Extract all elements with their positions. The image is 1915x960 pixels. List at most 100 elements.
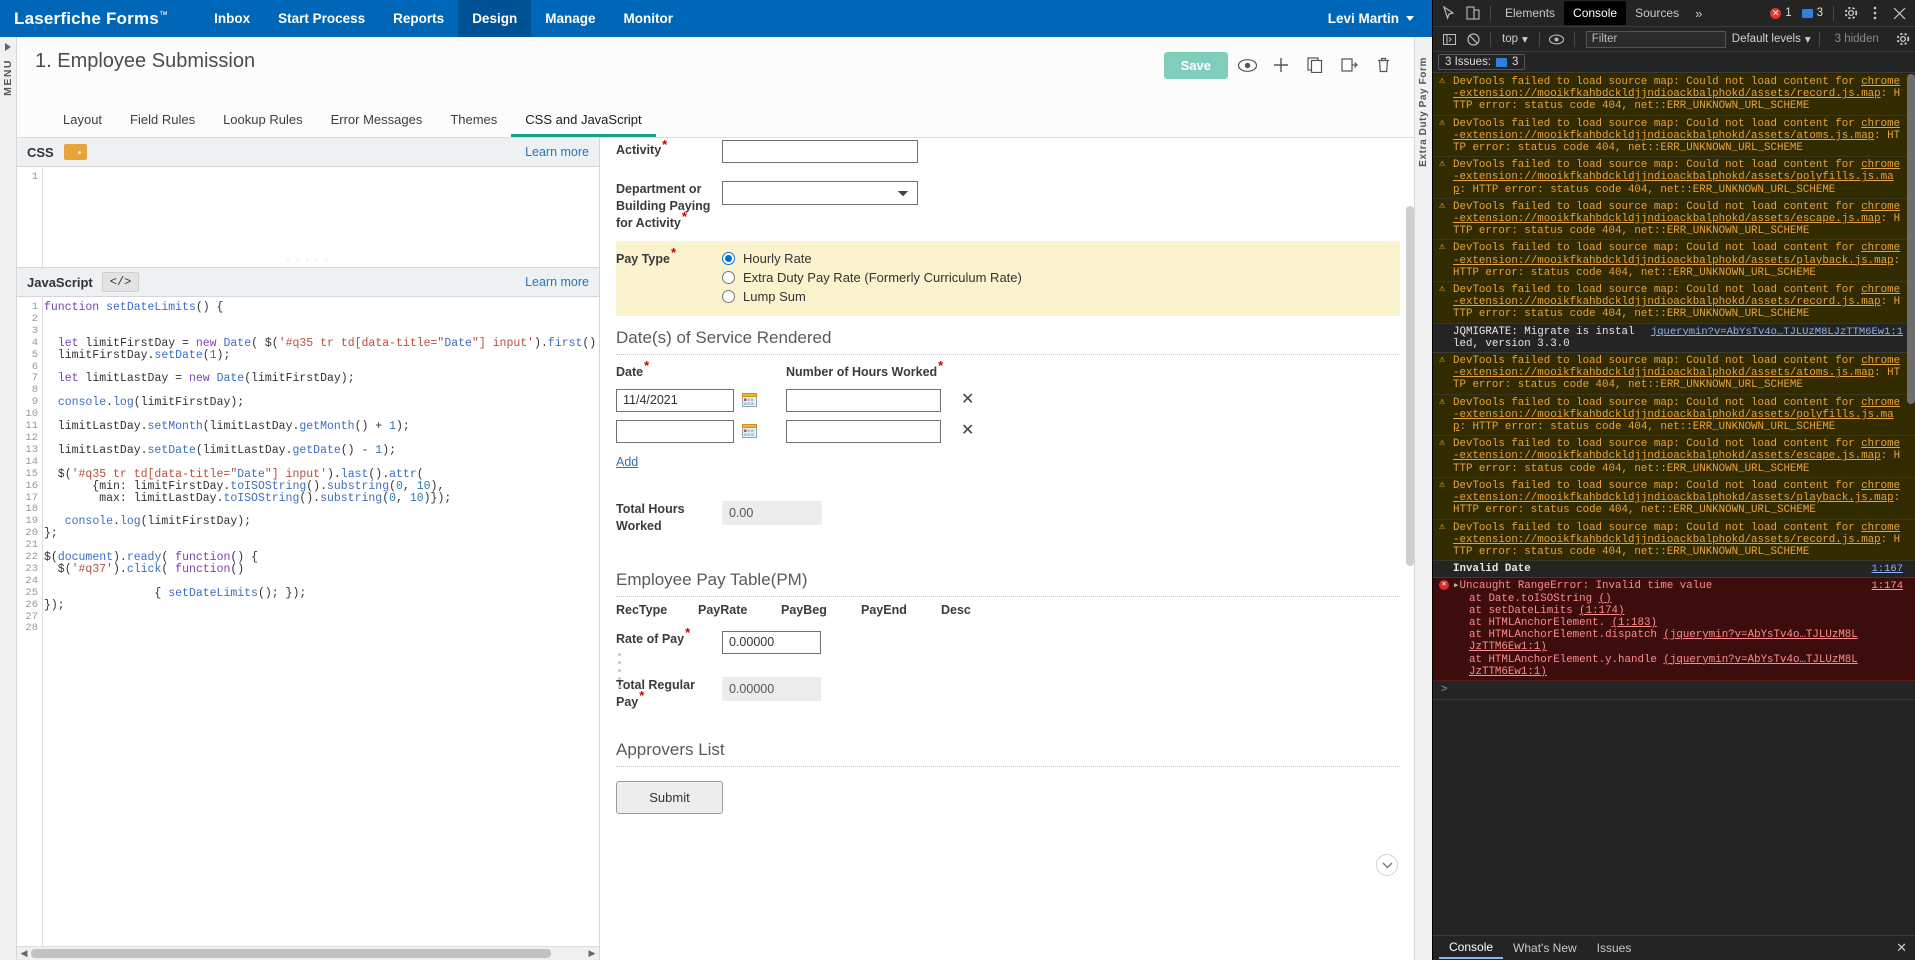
rate-of-pay-input[interactable] — [722, 631, 821, 654]
devtools-tab-sources[interactable]: Sources — [1626, 1, 1688, 25]
right-form-rail[interactable]: Extra Duty Pay Form — [1414, 37, 1432, 960]
radio-lump-sum-dot[interactable] — [722, 290, 735, 303]
collapse-chevron-icon[interactable] — [1376, 854, 1398, 876]
console-warning-message[interactable]: ⚠DevTools failed to load source map: Cou… — [1433, 395, 1915, 437]
remove-row-icon[interactable]: ✕ — [961, 392, 974, 408]
nav-item-manage[interactable]: Manage — [531, 0, 609, 37]
nav-item-start-process[interactable]: Start Process — [264, 0, 379, 37]
date-input[interactable] — [616, 420, 734, 443]
console-message-source[interactable]: 1:167 — [1871, 563, 1903, 575]
add-row-link[interactable]: Add — [616, 455, 638, 469]
css-editor[interactable]: 1 · · · · · — [17, 167, 599, 268]
radio-hourly-rate-dot[interactable] — [722, 252, 735, 265]
console-warning-message[interactable]: ⚠DevTools failed to load source map: Cou… — [1433, 116, 1915, 158]
console-message-source[interactable]: 1:174 — [1871, 580, 1903, 678]
scrollbar-thumb[interactable] — [1406, 206, 1414, 566]
issues-chip[interactable]: 3 Issues: 3 — [1438, 54, 1525, 70]
console-sidebar-icon[interactable] — [1437, 27, 1461, 51]
console-log-invalid-date[interactable]: Invalid Date1:167 — [1433, 561, 1915, 578]
error-count-badge[interactable]: ✕ 1 — [1765, 6, 1796, 20]
copy-icon[interactable] — [1300, 50, 1330, 80]
console-settings-gear-icon[interactable] — [1891, 27, 1915, 51]
submit-button[interactable]: Submit — [616, 781, 723, 814]
settings-gear-icon[interactable] — [1839, 1, 1863, 25]
nav-item-inbox[interactable]: Inbox — [200, 0, 264, 37]
code-brackets-icon[interactable]: </> — [102, 272, 140, 292]
scroll-right-arrow-icon[interactable]: ▶ — [585, 948, 599, 959]
console-warning-message[interactable]: ⚠DevTools failed to load source map: Cou… — [1433, 157, 1915, 199]
date-input[interactable] — [616, 389, 734, 412]
remove-row-icon[interactable]: ✕ — [961, 423, 974, 439]
save-button[interactable]: Save — [1164, 52, 1228, 79]
scrollbar-thumb[interactable] — [1907, 74, 1915, 404]
js-code-area[interactable]: function setDateLimits() { let limitFirs… — [44, 297, 599, 946]
inspect-element-icon[interactable] — [1437, 1, 1461, 25]
console-warning-message[interactable]: ⚠DevTools failed to load source map: Cou… — [1433, 240, 1915, 282]
preview-eye-icon[interactable] — [1232, 50, 1262, 80]
console-vertical-scrollbar[interactable] — [1907, 74, 1915, 935]
hours-input[interactable] — [786, 389, 941, 412]
tab-lookup-rules[interactable]: Lookup Rules — [209, 108, 317, 137]
calendar-icon[interactable] — [742, 393, 757, 407]
radio-lump-sum[interactable]: Lump Sum — [722, 289, 1400, 304]
scroll-left-arrow-icon[interactable]: ◀ — [17, 948, 31, 959]
console-message-list[interactable]: ⚠DevTools failed to load source map: Cou… — [1433, 74, 1915, 935]
tab-layout[interactable]: Layout — [49, 108, 116, 137]
drawer-tab-issues[interactable]: Issues — [1587, 938, 1642, 958]
delete-trash-icon[interactable] — [1368, 50, 1398, 80]
log-levels-selector[interactable]: Default levels ▾ — [1732, 32, 1811, 46]
tab-themes[interactable]: Themes — [436, 108, 511, 137]
more-tabs-icon[interactable]: » — [1688, 6, 1709, 21]
scrollbar-thumb[interactable] — [31, 949, 551, 958]
department-select[interactable] — [722, 181, 918, 205]
tab-error-messages[interactable]: Error Messages — [317, 108, 437, 137]
console-warning-message[interactable]: ⚠DevTools failed to load source map: Cou… — [1433, 282, 1915, 324]
console-error-message[interactable]: ✕▸Uncaught RangeError: Invalid time valu… — [1433, 578, 1915, 681]
js-editor[interactable]: 1234567891011121314151617181920212223242… — [17, 297, 599, 946]
add-plus-icon[interactable] — [1266, 50, 1296, 80]
left-menu-rail[interactable]: MENU — [0, 37, 17, 960]
console-filter-input[interactable]: Filter — [1586, 31, 1726, 48]
drawer-tab-console[interactable]: Console — [1439, 937, 1503, 959]
nav-item-monitor[interactable]: Monitor — [609, 0, 687, 37]
execution-context-selector[interactable]: top ▾ — [1496, 32, 1534, 46]
devtools-tab-console[interactable]: Console — [1564, 1, 1626, 25]
export-icon[interactable] — [1334, 50, 1364, 80]
console-prompt[interactable]: > — [1433, 681, 1915, 700]
calendar-icon[interactable] — [742, 424, 757, 438]
activity-input[interactable] — [722, 140, 918, 163]
console-warning-message[interactable]: ⚠DevTools failed to load source map: Cou… — [1433, 199, 1915, 241]
devtools-tab-elements[interactable]: Elements — [1496, 1, 1564, 25]
live-expression-eye-icon[interactable] — [1545, 27, 1569, 51]
pane-resize-handle[interactable]: · · · · · — [17, 255, 599, 265]
console-info-message[interactable]: JQMIGRATE: Migrate is installed, version… — [1433, 324, 1915, 353]
console-warning-message[interactable]: ⚠DevTools failed to load source map: Cou… — [1433, 478, 1915, 520]
console-warning-message[interactable]: ⚠DevTools failed to load source map: Cou… — [1433, 74, 1915, 116]
close-icon[interactable] — [1887, 1, 1911, 25]
tab-css-and-javascript[interactable]: CSS and JavaScript — [511, 108, 655, 137]
clear-console-icon[interactable] — [1461, 27, 1485, 51]
radio-extra-duty-pay-rate[interactable]: Extra Duty Pay Rate (Formerly Curriculum… — [722, 270, 1400, 285]
user-menu[interactable]: Levi Martin — [1328, 0, 1414, 37]
preview-vertical-scrollbar[interactable] — [1406, 138, 1414, 960]
drawer-close-icon[interactable]: ✕ — [1896, 940, 1907, 956]
radio-extra-duty-pay-rate-dot[interactable] — [722, 271, 735, 284]
drag-handle[interactable] — [618, 648, 624, 693]
console-warning-message[interactable]: ⚠DevTools failed to load source map: Cou… — [1433, 353, 1915, 395]
console-warning-message[interactable]: ⚠DevTools failed to load source map: Cou… — [1433, 520, 1915, 562]
nav-item-reports[interactable]: Reports — [379, 0, 458, 37]
device-toolbar-icon[interactable] — [1461, 1, 1485, 25]
radio-hourly-rate[interactable]: Hourly Rate — [722, 251, 1400, 266]
tab-field-rules[interactable]: Field Rules — [116, 108, 209, 137]
js-horizontal-scrollbar[interactable]: ◀ ▶ — [17, 946, 599, 960]
more-options-icon[interactable] — [1863, 1, 1887, 25]
nav-item-design[interactable]: Design — [458, 0, 531, 37]
console-warning-message[interactable]: ⚠DevTools failed to load source map: Cou… — [1433, 436, 1915, 478]
console-message-source[interactable]: jquerymin?v=AbYsTv4o…TJLUzM8LJzTTM6Ew1:1 — [1651, 326, 1903, 350]
message-count-badge[interactable]: 3 — [1797, 6, 1828, 20]
hours-input[interactable] — [786, 420, 941, 443]
js-learn-more-link[interactable]: Learn more — [525, 275, 589, 289]
css-code-area[interactable] — [44, 167, 599, 267]
drawer-tab-whats-new[interactable]: What's New — [1503, 938, 1587, 958]
css-learn-more-link[interactable]: Learn more — [525, 145, 589, 159]
